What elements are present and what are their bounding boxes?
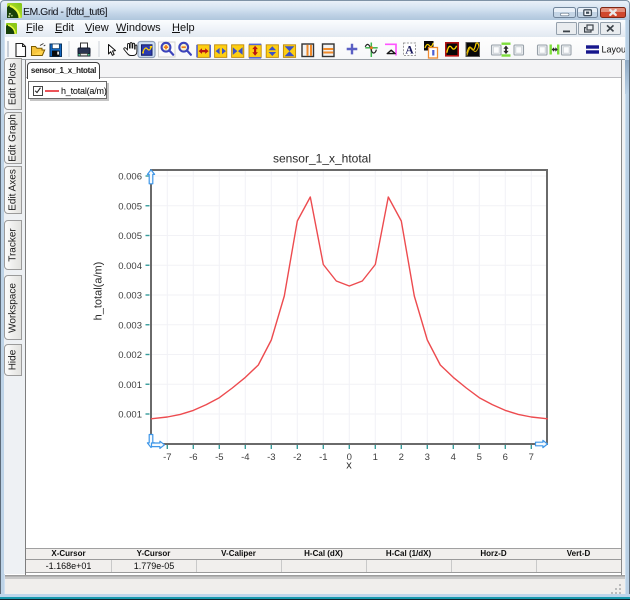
svg-text:0.005: 0.005 [118, 201, 142, 212]
svg-text:0.003: 0.003 [118, 320, 142, 331]
svg-text:-2: -2 [293, 452, 301, 463]
svg-text:0.002: 0.002 [118, 350, 142, 361]
svg-text:0.004: 0.004 [118, 261, 142, 272]
svg-text:7: 7 [529, 452, 534, 463]
svg-text:0: 0 [347, 452, 352, 463]
svg-text:-1: -1 [319, 452, 327, 463]
svg-text:sensor_1_x_htotal: sensor_1_x_htotal [273, 152, 371, 166]
svg-text:-3: -3 [267, 452, 275, 463]
svg-text:2: 2 [399, 452, 404, 463]
svg-text:4: 4 [451, 452, 456, 463]
svg-text:0.006: 0.006 [118, 172, 142, 183]
svg-text:-6: -6 [189, 452, 197, 463]
svg-text:0.001: 0.001 [118, 410, 142, 421]
svg-text:h_total(a/m): h_total(a/m) [93, 262, 105, 321]
svg-text:-4: -4 [241, 452, 249, 463]
svg-text:0.005: 0.005 [118, 231, 142, 242]
svg-text:1: 1 [373, 452, 378, 463]
svg-text:0.003: 0.003 [118, 291, 142, 302]
svg-text:-5: -5 [215, 452, 223, 463]
svg-text:-7: -7 [163, 452, 171, 463]
svg-text:6: 6 [503, 452, 508, 463]
svg-text:5: 5 [477, 452, 482, 463]
svg-text:3: 3 [425, 452, 430, 463]
svg-text:0.001: 0.001 [118, 380, 142, 391]
